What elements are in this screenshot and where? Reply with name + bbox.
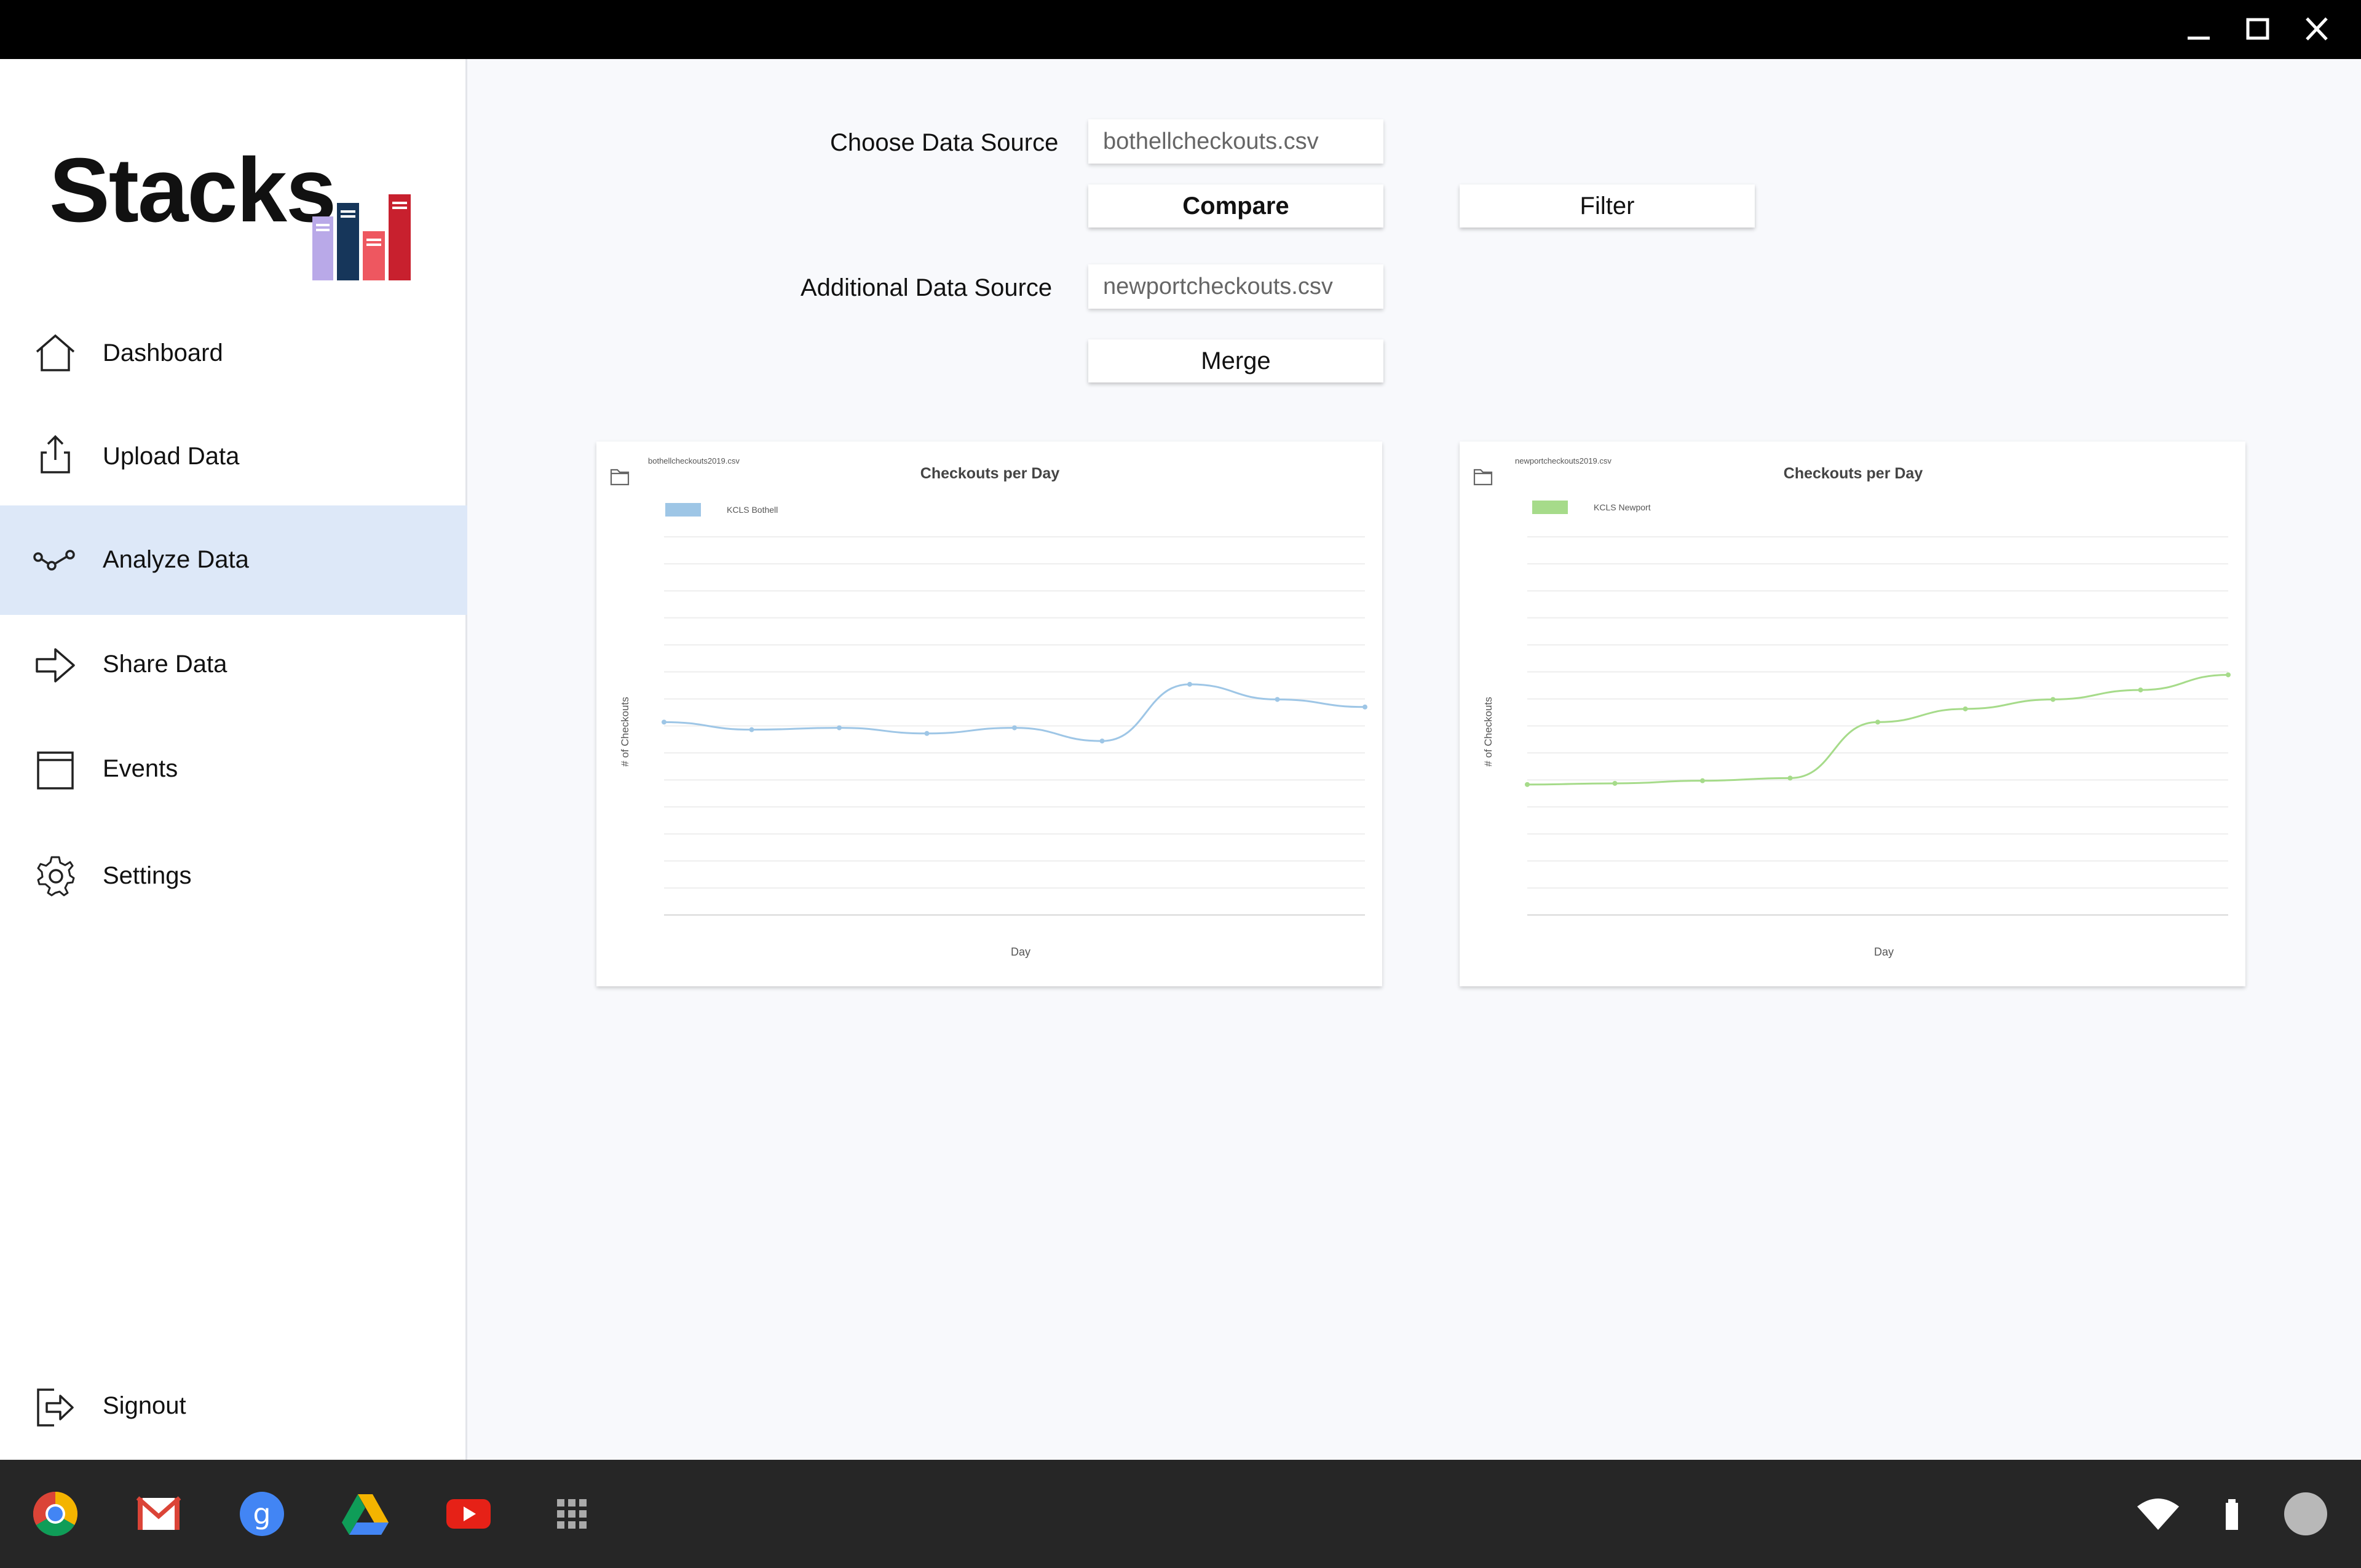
calendar-icon	[33, 748, 77, 792]
sidebar-item-label: Upload Data	[103, 443, 240, 470]
choose-data-source-input[interactable]	[1088, 119, 1383, 164]
filter-button[interactable]: Filter	[1460, 184, 1755, 228]
data-point[interactable]	[1099, 738, 1105, 744]
sidebar-item-events[interactable]: Events	[0, 719, 467, 829]
data-point[interactable]	[2226, 672, 2231, 678]
chart-gridlines	[1527, 536, 2228, 916]
maximize-icon[interactable]	[2239, 14, 2276, 46]
legend-swatch	[665, 503, 701, 517]
data-point[interactable]	[1012, 725, 1017, 731]
gmail-icon[interactable]	[129, 1484, 188, 1543]
sidebar-item-label: Settings	[103, 862, 192, 889]
series-line	[1527, 673, 2229, 786]
additional-data-source-input[interactable]	[1088, 264, 1383, 309]
chart-title: Checkouts per Day	[1784, 465, 1923, 482]
launcher-icon[interactable]	[542, 1484, 601, 1543]
sidebar-item-label: Dashboard	[103, 339, 223, 366]
sidebar-item-label: Events	[103, 755, 178, 782]
data-point[interactable]	[1362, 704, 1367, 710]
chart-card-bothell: bothellcheckouts2019.csv Checkouts per D…	[596, 441, 1382, 986]
chart-series	[662, 681, 1367, 744]
legend-label: KCLS Newport	[1594, 502, 1651, 512]
data-point[interactable]	[924, 731, 930, 736]
y-axis-label: # of Checkouts	[1482, 697, 1494, 766]
legend-swatch	[1532, 501, 1568, 514]
data-point[interactable]	[1275, 697, 1280, 702]
data-point[interactable]	[1700, 778, 1705, 783]
data-point[interactable]	[662, 719, 666, 725]
sidebar-item-share-data[interactable]: Share Data	[0, 615, 467, 724]
folder-icon[interactable]	[610, 469, 630, 486]
minimize-icon[interactable]	[2180, 14, 2217, 46]
app-window: Stacks Dashboard Upload Data Analyze Dat…	[0, 59, 2361, 1460]
account-avatar[interactable]	[2281, 1489, 2330, 1538]
signout-label: Signout	[103, 1392, 186, 1419]
window-titlebar	[0, 0, 2361, 59]
compare-button[interactable]: Compare	[1088, 184, 1383, 228]
chrome-icon[interactable]	[26, 1484, 85, 1543]
sidebar-item-analyze-data[interactable]: Analyze Data	[0, 505, 467, 615]
data-point[interactable]	[749, 727, 754, 732]
sidebar-item-label: Share Data	[103, 651, 227, 678]
youtube-icon[interactable]	[439, 1484, 498, 1543]
data-point[interactable]	[1612, 780, 1618, 786]
chart-title: Checkouts per Day	[920, 465, 1060, 482]
series-line	[663, 683, 1366, 742]
checkouts-chart-bothell: bothellcheckouts2019.csv Checkouts per D…	[610, 456, 1367, 958]
data-point[interactable]	[1787, 775, 1793, 781]
chart-file-label: bothellcheckouts2019.csv	[648, 456, 740, 465]
checkouts-chart-newport: newportcheckouts2019.csv Checkouts per D…	[1473, 456, 2231, 958]
chart-file-label: newportcheckouts2019.csv	[1515, 456, 1612, 465]
data-point[interactable]	[2051, 697, 2055, 702]
upload-icon	[33, 432, 77, 476]
data-point[interactable]	[2138, 687, 2143, 693]
google-search-icon[interactable]: g	[232, 1484, 291, 1543]
wifi-icon[interactable]	[2134, 1489, 2183, 1538]
legend-label: KCLS Bothell	[727, 505, 778, 515]
data-point[interactable]	[1187, 681, 1192, 687]
data-point[interactable]	[1525, 782, 1530, 787]
sidebar-item-label: Analyze Data	[103, 546, 249, 573]
chart-series	[1525, 672, 2231, 787]
svg-text:g: g	[253, 1497, 271, 1530]
sidebar-item-settings[interactable]: Settings	[0, 824, 467, 933]
chart-card-newport: newportcheckouts2019.csv Checkouts per D…	[1460, 441, 2245, 986]
shelf: g	[0, 1460, 2361, 1568]
books-icon	[312, 194, 411, 280]
data-point[interactable]	[1963, 706, 1968, 711]
drive-icon[interactable]	[336, 1484, 395, 1543]
merge-button[interactable]: Merge	[1088, 339, 1383, 382]
y-axis-label: # of Checkouts	[619, 697, 631, 766]
data-point[interactable]	[837, 725, 842, 731]
x-axis-label: Day	[1011, 946, 1030, 958]
logo-text: Stacks	[49, 140, 336, 241]
arrow-right-icon	[33, 643, 77, 687]
signout-icon	[33, 1385, 77, 1429]
sidebar-item-dashboard[interactable]: Dashboard	[0, 301, 467, 411]
analyze-icon	[33, 539, 77, 583]
signout-button[interactable]: Signout	[0, 1356, 467, 1466]
gear-icon	[33, 853, 77, 898]
folder-icon[interactable]	[1473, 469, 1493, 486]
choose-data-source-label: Choose Data Source	[830, 129, 1059, 156]
home-icon	[33, 331, 77, 375]
data-point[interactable]	[1875, 719, 1880, 725]
sidebar-item-upload-data[interactable]: Upload Data	[0, 407, 467, 517]
additional-data-source-label: Additional Data Source	[801, 274, 1053, 301]
battery-icon[interactable]	[2207, 1489, 2256, 1538]
close-icon[interactable]	[2298, 14, 2335, 46]
x-axis-label: Day	[1874, 946, 1894, 958]
sidebar: Stacks Dashboard Upload Data Analyze Dat…	[0, 59, 467, 1460]
